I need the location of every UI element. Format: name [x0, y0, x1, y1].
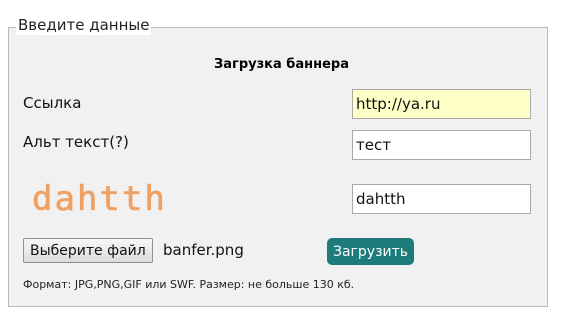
- selected-file-name: banfer.png: [163, 241, 244, 259]
- captcha-input[interactable]: [352, 184, 531, 214]
- link-input[interactable]: [352, 89, 531, 119]
- captcha-image: dahtth: [32, 179, 164, 220]
- form-legend: Введите данные: [16, 15, 152, 35]
- alt-text-label: Альт текст(?): [23, 133, 129, 151]
- alt-text-input[interactable]: [352, 130, 531, 160]
- upload-button[interactable]: Загрузить: [327, 238, 415, 265]
- captcha-text: dahtth: [32, 179, 164, 219]
- choose-file-button[interactable]: Выберите файл: [23, 238, 153, 263]
- link-label: Ссылка: [23, 94, 82, 112]
- form-title: Загрузка баннера: [214, 57, 349, 72]
- format-note: Формат: JPG,PNG,GIF или SWF. Размер: не …: [23, 278, 355, 291]
